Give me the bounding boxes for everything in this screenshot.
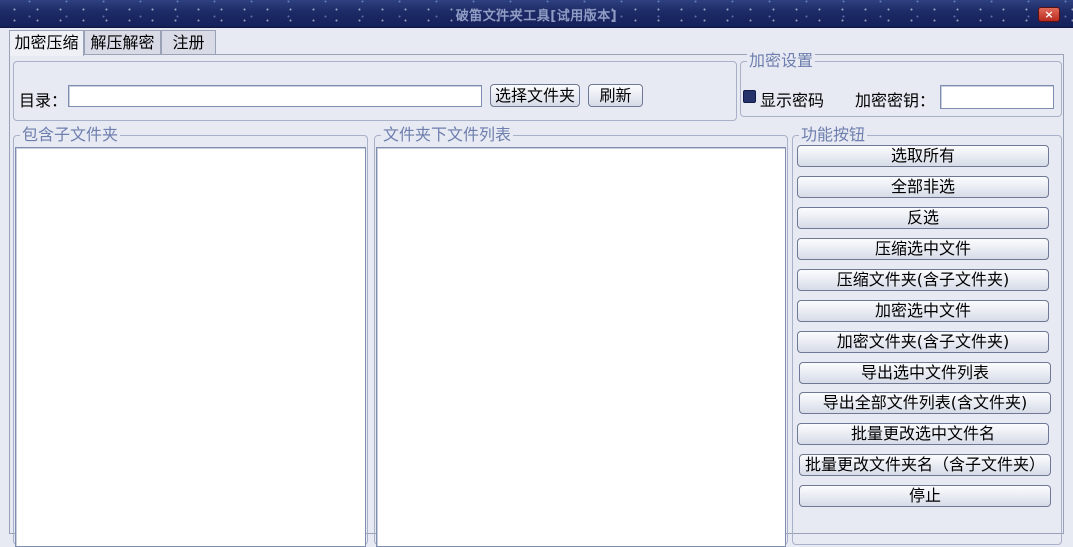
window-title: 破笛文件夹工具[试用版本] bbox=[455, 9, 618, 24]
encrypt-folder-button[interactable]: 加密文件夹(含子文件夹) bbox=[797, 331, 1049, 353]
show-password-checkbox[interactable] bbox=[743, 90, 756, 103]
encryption-key-input[interactable] bbox=[940, 85, 1054, 109]
tab-register[interactable]: 注册 bbox=[161, 30, 216, 55]
stop-button[interactable]: 停止 bbox=[799, 485, 1051, 507]
invert-selection-button[interactable]: 反选 bbox=[797, 207, 1049, 229]
encryption-settings-title: 加密设置 bbox=[747, 51, 816, 70]
show-password-label[interactable]: 显示密码 bbox=[760, 87, 824, 111]
batch-rename-folders-button[interactable]: 批量更改文件夹名（含子文件夹） bbox=[799, 454, 1051, 476]
functions-title: 功能按钮 bbox=[799, 125, 868, 144]
tab-panel-encrypt-compress: 目录： 选择文件夹 刷新 加密设置 显示密码 加密密钥： 包含子文件夹 文件夹下… bbox=[9, 51, 1064, 547]
title-bar: 破笛文件夹工具[试用版本] × bbox=[0, 0, 1073, 28]
subfolders-list[interactable] bbox=[15, 147, 366, 547]
encrypt-selected-files-button[interactable]: 加密选中文件 bbox=[797, 300, 1049, 322]
tab-encrypt-compress[interactable]: 加密压缩 bbox=[9, 30, 84, 56]
refresh-button[interactable]: 刷新 bbox=[588, 84, 643, 107]
subfolders-title: 包含子文件夹 bbox=[20, 125, 121, 144]
export-selected-list-button[interactable]: 导出选中文件列表 bbox=[799, 362, 1051, 384]
files-title: 文件夹下文件列表 bbox=[381, 125, 514, 144]
batch-rename-files-button[interactable]: 批量更改选中文件名 bbox=[797, 423, 1049, 445]
select-all-button[interactable]: 选取所有 bbox=[797, 145, 1049, 167]
files-list[interactable] bbox=[376, 147, 786, 547]
directory-label: 目录： bbox=[19, 91, 68, 110]
compress-selected-files-button[interactable]: 压缩选中文件 bbox=[797, 238, 1049, 260]
compress-folder-button[interactable]: 压缩文件夹(含子文件夹) bbox=[797, 269, 1049, 291]
export-all-list-button[interactable]: 导出全部文件列表(含文件夹) bbox=[799, 392, 1051, 414]
encryption-key-label: 加密密钥： bbox=[855, 91, 936, 110]
tab-decompress-decrypt[interactable]: 解压解密 bbox=[84, 30, 161, 55]
directory-input[interactable] bbox=[68, 85, 482, 107]
choose-folder-button[interactable]: 选择文件夹 bbox=[490, 84, 580, 107]
deselect-all-button[interactable]: 全部非选 bbox=[797, 176, 1049, 198]
close-button[interactable]: × bbox=[1038, 7, 1060, 22]
